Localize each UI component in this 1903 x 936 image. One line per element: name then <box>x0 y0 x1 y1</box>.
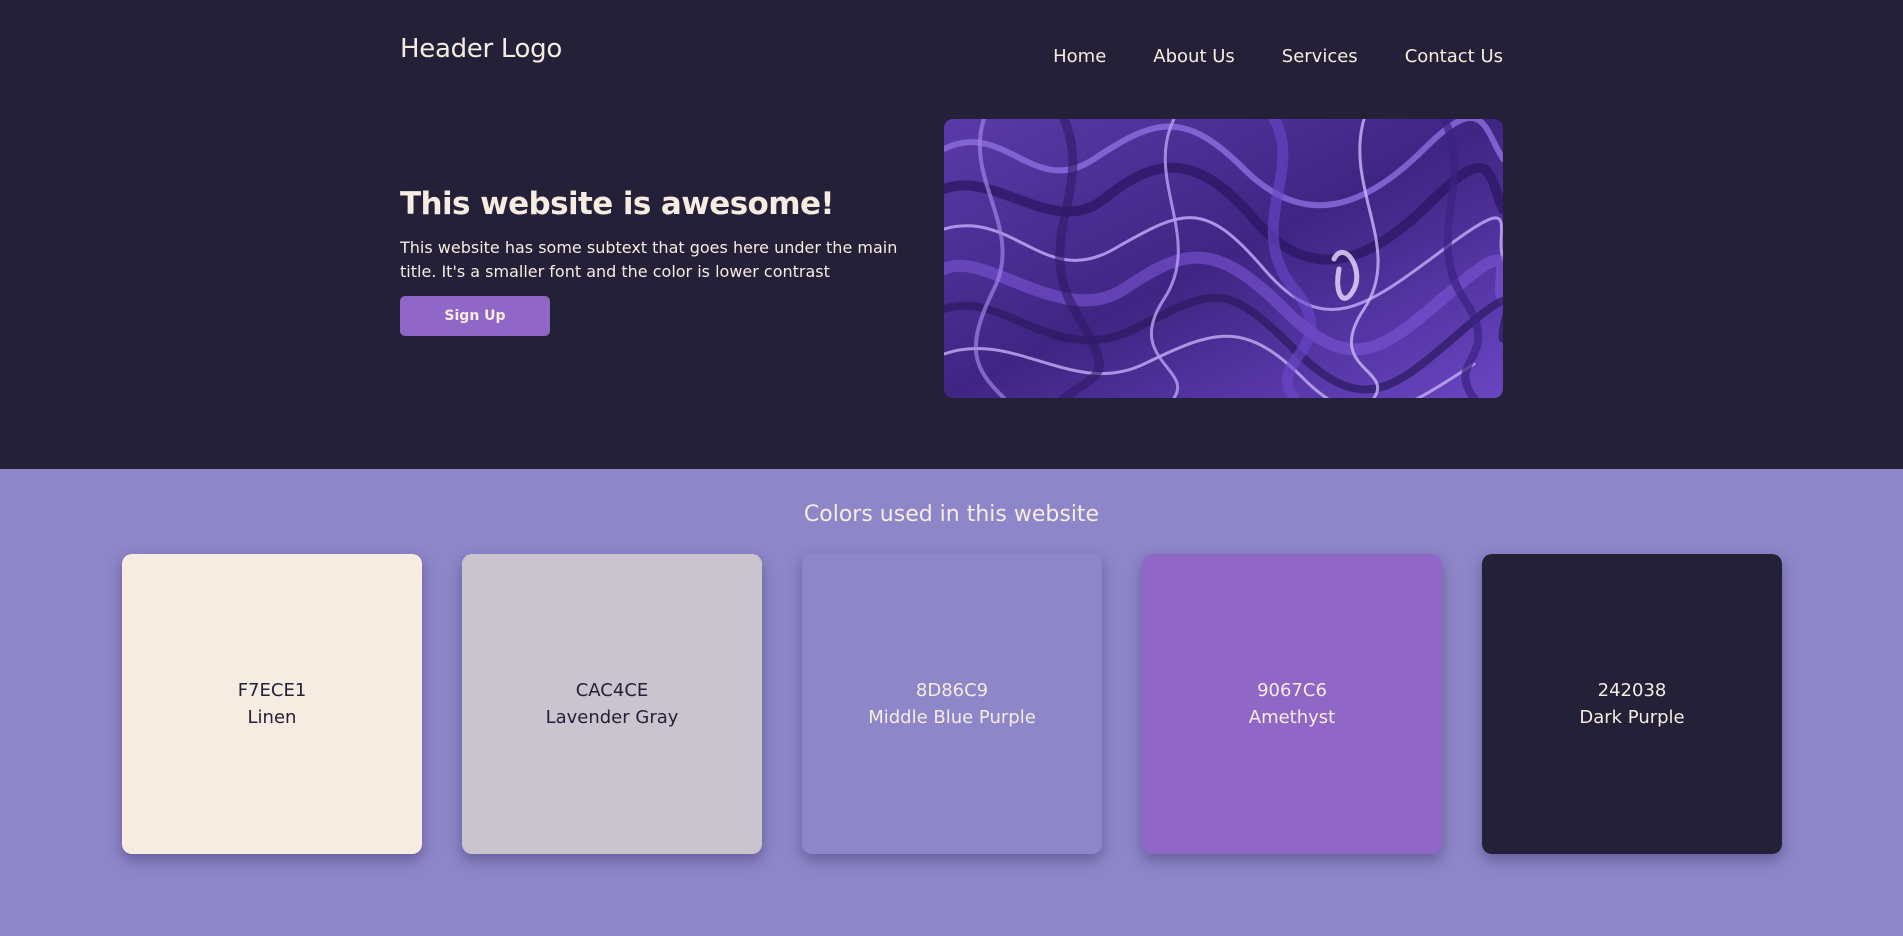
nav-contact-us[interactable]: Contact Us <box>1405 46 1503 67</box>
color-hex: 8D86C9 <box>915 680 989 701</box>
color-hex: F7ECE1 <box>237 680 307 701</box>
color-name: Linen <box>247 707 297 728</box>
color-card-linen: F7ECE1 Linen <box>122 554 422 854</box>
colors-section: Colors used in this website F7ECE1 Linen… <box>0 469 1903 936</box>
color-name: Middle Blue Purple <box>868 707 1036 728</box>
color-name: Dark Purple <box>1579 707 1685 728</box>
color-hex: 242038 <box>1597 680 1667 701</box>
color-cards: F7ECE1 Linen CAC4CE Lavender Gray 8D86C9… <box>122 554 1782 854</box>
marble-pattern <box>944 119 1503 398</box>
header-logo[interactable]: Header Logo <box>400 34 562 64</box>
color-card-middle-blue-purple: 8D86C9 Middle Blue Purple <box>802 554 1102 854</box>
sign-up-button[interactable]: Sign Up <box>400 296 550 336</box>
color-name: Lavender Gray <box>545 707 679 728</box>
purple-marble-image <box>944 119 1503 398</box>
colors-section-title: Colors used in this website <box>803 502 1100 527</box>
color-hex: 9067C6 <box>1257 680 1327 701</box>
hero-text: This website is awesome! This website ha… <box>400 186 905 336</box>
hero-title: This website is awesome! <box>400 186 835 222</box>
main-nav: Home About Us Services Contact Us <box>1053 46 1503 67</box>
color-card-lavender-gray: CAC4CE Lavender Gray <box>462 554 762 854</box>
color-card-amethyst: 9067C6 Amethyst <box>1142 554 1442 854</box>
color-hex: CAC4CE <box>575 680 649 701</box>
nav-services[interactable]: Services <box>1282 46 1358 67</box>
nav-home[interactable]: Home <box>1053 46 1106 67</box>
header-section: Header Logo Home About Us Services Conta… <box>0 0 1903 469</box>
hero-subtext: This website has some subtext that goes … <box>400 238 898 281</box>
nav-about-us[interactable]: About Us <box>1153 46 1235 67</box>
color-name: Amethyst <box>1248 707 1336 728</box>
color-card-dark-purple: 242038 Dark Purple <box>1482 554 1782 854</box>
